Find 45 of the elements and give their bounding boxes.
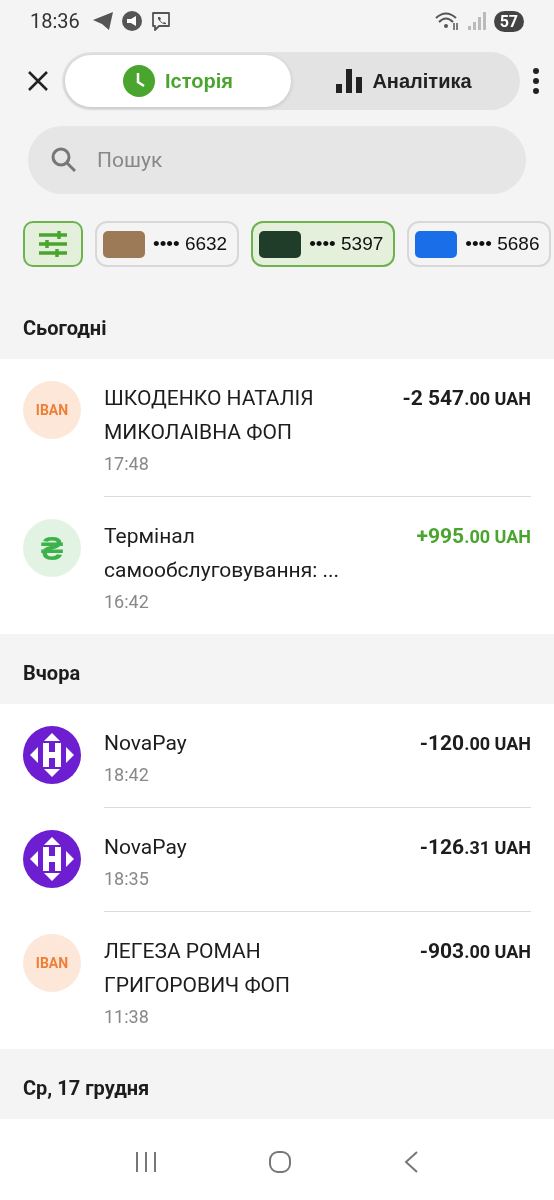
hryvnia-avatar: ₴ [23, 519, 81, 577]
transaction-title: ШКОДЕНКО НАТАЛІЯ МИКОЛАІВНА ФОП [104, 385, 315, 446]
transaction-time: 17:48 [104, 453, 150, 474]
section-heading: Сьогодні [23, 316, 107, 340]
transaction-amount: -126.31 UAH [419, 834, 531, 861]
transaction-amount: -120.00 UAH [419, 730, 531, 757]
transaction-time: 18:42 [104, 764, 150, 785]
section-heading: Ср, 17 грудня [23, 1076, 150, 1100]
card-chip[interactable]: •••• 5686 [407, 221, 552, 267]
battery-level: 57 [493, 10, 524, 32]
transaction-amount: -2 547.00 UAH [402, 385, 531, 412]
transaction-time: 16:42 [104, 591, 150, 612]
arrows-logo-icon [23, 830, 81, 888]
signal-icon [467, 12, 486, 30]
recent-apps-icon[interactable] [135, 1150, 158, 1174]
card-chip[interactable]: •••• 5397 [251, 221, 396, 267]
transaction-amount: +995.00 UAH [416, 523, 531, 550]
iban-avatar: IBAN [23, 934, 81, 992]
filter-button[interactable] [23, 221, 83, 267]
search-field[interactable]: Пошук [28, 126, 526, 194]
paper-plane-icon [91, 11, 114, 31]
close-icon[interactable] [26, 69, 50, 93]
megaphone-icon [121, 11, 142, 31]
transaction-title: NovaPay [104, 730, 188, 757]
phone-bubble-icon [149, 10, 172, 32]
status-time: 18:36 [30, 9, 80, 33]
transaction-title: NovaPay [104, 834, 188, 861]
search-icon [50, 146, 78, 174]
section-heading: Вчора [23, 661, 81, 685]
arrows-logo-icon [23, 726, 81, 784]
more-icon[interactable] [532, 68, 540, 94]
transaction-amount: -903.00 UAH [419, 938, 531, 965]
bar-chart-icon [336, 69, 363, 93]
sliders-icon [37, 230, 69, 258]
back-icon[interactable] [402, 1150, 419, 1174]
tab[interactable]: Аналітика [291, 55, 517, 107]
transaction-title: Термінал самообслуговування: ... [104, 523, 341, 584]
transaction-time: 18:35 [104, 868, 150, 889]
card-chip[interactable]: •••• 6632 [95, 221, 240, 267]
transaction-time: 11:38 [104, 1006, 150, 1027]
iban-avatar: IBAN [23, 381, 81, 439]
wifi-icon [433, 11, 460, 31]
clock-icon [123, 65, 156, 97]
home-icon[interactable] [268, 1150, 292, 1174]
transaction-title: ЛЕГЕЗА РОМАН ГРИГОРОВИЧ ФОП [104, 938, 292, 999]
